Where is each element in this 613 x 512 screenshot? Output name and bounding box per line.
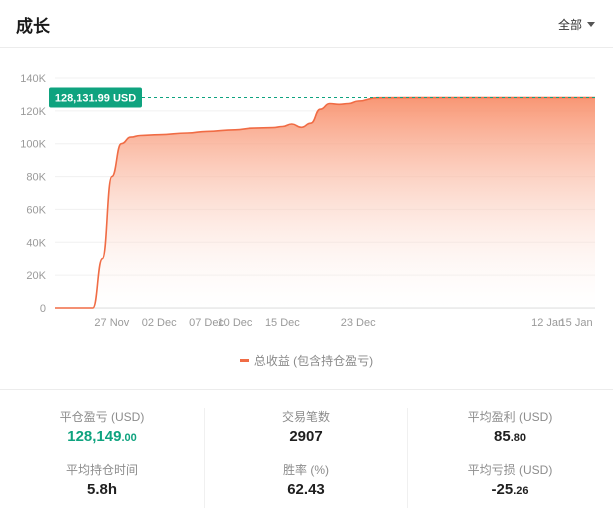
data-point <box>102 258 104 260</box>
caret-down-icon <box>587 22 595 27</box>
avg-loss-dec: .26 <box>513 485 529 497</box>
y-tick-label: 100K <box>20 139 46 151</box>
data-point <box>348 103 350 105</box>
stats-col-3: 平均盈利 (USD) 85.80 平均亏损 (USD) -25.26 <box>408 408 612 501</box>
data-point <box>319 108 321 110</box>
data-point <box>139 135 141 137</box>
avg-profit-value: 85.80 <box>408 428 612 448</box>
data-point <box>272 127 274 129</box>
data-point <box>357 100 359 102</box>
data-point <box>206 131 208 133</box>
data-point <box>158 134 160 136</box>
range-dropdown-label: 全部 <box>557 18 582 32</box>
x-tick-label: 02 Dec <box>142 317 177 329</box>
stats-col-2: 交易笔数 2907 胜率 (%) 62.43 <box>204 408 408 508</box>
page-title: 成长 <box>16 17 50 36</box>
data-point <box>83 307 85 309</box>
y-tick-label: 20K <box>26 270 46 282</box>
data-point <box>329 103 331 105</box>
y-tick-label: 140K <box>20 73 46 85</box>
data-point <box>338 103 340 105</box>
range-dropdown[interactable]: 全部 <box>558 16 595 33</box>
stats-col-1: 平仓盈亏 (USD) 128,149.00 平均持仓时间 5.8h <box>0 408 204 501</box>
avg-hold-time-value: 5.8h <box>86 481 117 498</box>
data-point <box>111 176 113 178</box>
win-rate-value: 62.43 <box>287 481 325 498</box>
y-tick-label: 40K <box>26 237 46 249</box>
data-point <box>187 132 189 134</box>
data-point <box>291 123 293 125</box>
x-tick-label: 15 Jan <box>560 317 593 329</box>
data-point <box>130 136 132 138</box>
area-fill <box>55 97 595 308</box>
y-tick-label: 0 <box>40 303 46 315</box>
avg-hold-time-label: 平均持仓时间 <box>65 463 138 477</box>
realized-pnl-int: 128,149 <box>67 428 122 445</box>
data-point <box>120 143 122 145</box>
data-point <box>54 307 56 309</box>
avg-profit-label: 平均盈利 (USD) <box>467 410 553 424</box>
y-tick-label: 80K <box>26 172 46 184</box>
avg-profit-dec: .80 <box>510 432 526 444</box>
avg-loss-int: -25 <box>491 481 514 498</box>
realized-pnl-label: 平仓盈亏 (USD) <box>59 410 145 424</box>
data-point <box>64 307 66 309</box>
data-point <box>452 97 454 99</box>
stats-panel: 平仓盈亏 (USD) 128,149.00 平均持仓时间 5.8h 交易笔数 2… <box>0 389 613 512</box>
x-tick-label: 27 Nov <box>94 317 129 329</box>
avg-loss-label: 平均亏损 (USD) <box>467 463 553 477</box>
trade-count-value: 2907 <box>289 428 323 445</box>
x-axis: 27 Nov 02 Dec 07 Dec10 Dec 15 Dec 23 Dec 12 J… <box>94 317 592 329</box>
header: 成长 全部 <box>0 0 613 48</box>
x-tick-label: 23 Dec <box>341 317 376 329</box>
x-tick-label: 15 Dec <box>265 317 300 329</box>
data-point <box>253 127 255 129</box>
y-tick-label: 120K <box>20 106 46 118</box>
avg-profit-int: 85 <box>494 428 511 445</box>
last-value-label: 128,131.99 USD <box>55 92 136 104</box>
legend-swatch <box>239 359 249 362</box>
data-point <box>282 126 284 128</box>
trade-count-label: 交易笔数 <box>281 410 330 424</box>
legend-label: 总收益 (包含持仓盈亏) <box>253 354 374 368</box>
avg-loss-value: -25.26 <box>408 481 612 501</box>
y-axis: 0 20K 40K 60K 80K 100K 120K 140K <box>20 73 46 315</box>
realized-pnl-dec: .00 <box>121 432 137 444</box>
growth-chart: 020K40K60K80K100K120K140K 27 Nov 02 Dec 07… <box>20 73 595 329</box>
last-value-marker: 128,131.99 USD <box>49 87 142 108</box>
data-point <box>234 129 236 131</box>
y-tick-label: 60K <box>26 204 46 216</box>
data-point <box>73 307 75 309</box>
realized-pnl-value: 128,149.00 <box>0 428 204 448</box>
win-rate-label: 胜率 (%) <box>283 463 329 477</box>
x-tick-label: 10 Dec <box>218 317 253 329</box>
data-point <box>92 307 94 309</box>
data-point <box>310 122 312 124</box>
legend[interactable]: 总收益 (包含持仓盈亏) <box>0 352 613 369</box>
data-point <box>300 126 302 128</box>
